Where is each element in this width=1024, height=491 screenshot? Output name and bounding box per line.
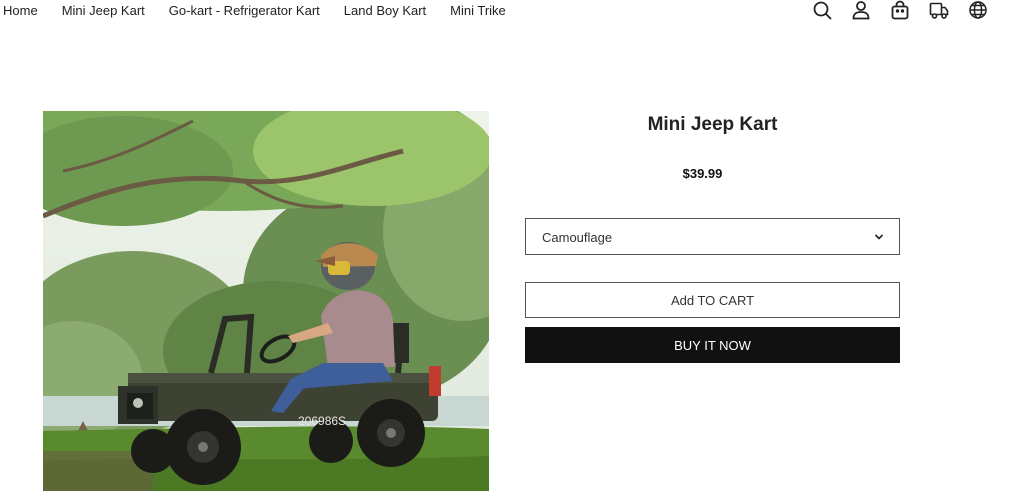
truck-icon[interactable] [929,0,949,20]
add-to-cart-button[interactable]: Add TO CART [525,282,900,318]
globe-icon[interactable] [968,0,988,20]
product-price: $39.99 [682,166,723,181]
nav-link-mini-jeep-kart[interactable]: Mini Jeep Kart [62,3,145,18]
buy-it-now-button[interactable]: BUY IT NOW [525,327,900,363]
search-icon[interactable] [812,0,832,20]
product-image: 206986S [43,111,489,491]
cart-icon[interactable] [890,0,910,20]
chevron-down-icon [874,234,884,240]
variant-selected-value: Camouflage [542,230,613,245]
top-navigation: Home Mini Jeep Kart Go-kart - Refrigerat… [0,0,1024,24]
nav-links: Home Mini Jeep Kart Go-kart - Refrigerat… [3,3,506,18]
account-icon[interactable] [851,0,871,20]
nav-link-land-boy-kart[interactable]: Land Boy Kart [344,3,426,18]
nav-link-refrigerator-kart[interactable]: Go-kart - Refrigerator Kart [169,3,320,18]
variant-select[interactable]: Camouflage [525,218,900,255]
product-title: Mini Jeep Kart [647,114,778,135]
vehicle-number-decal: 206986S [298,414,346,428]
nav-link-mini-trike[interactable]: Mini Trike [450,3,506,18]
nav-link-home[interactable]: Home [3,3,38,18]
nav-icons [812,0,988,20]
